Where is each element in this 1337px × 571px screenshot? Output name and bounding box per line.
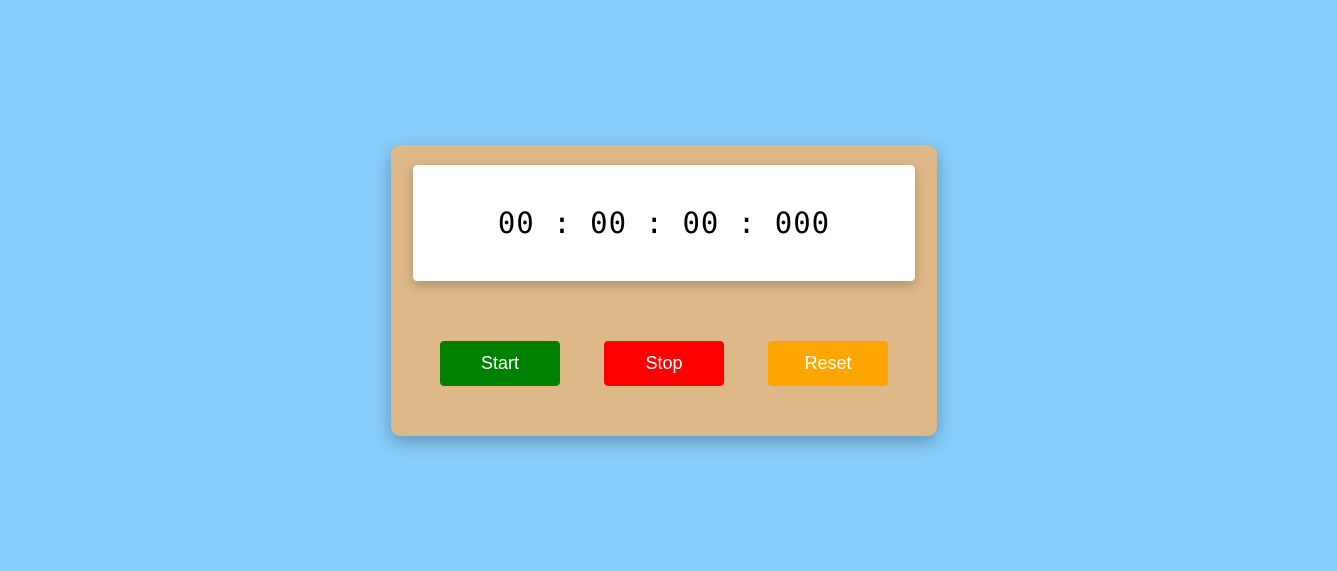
stopwatch-container: 00 : 00 : 00 : 000 Start Stop Reset: [391, 145, 937, 436]
timer-readout: 00 : 00 : 00 : 000: [498, 206, 830, 240]
stop-button[interactable]: Stop: [604, 341, 724, 386]
reset-button[interactable]: Reset: [768, 341, 888, 386]
milliseconds-value: 000: [774, 206, 831, 240]
minutes-value: 00: [590, 206, 628, 240]
timer-display: 00 : 00 : 00 : 000: [413, 165, 915, 281]
start-button[interactable]: Start: [440, 341, 560, 386]
separator: :: [719, 206, 775, 240]
separator: :: [627, 206, 683, 240]
separator: :: [534, 206, 591, 240]
seconds-value: 00: [682, 206, 720, 240]
hours-value: 00: [497, 206, 535, 240]
